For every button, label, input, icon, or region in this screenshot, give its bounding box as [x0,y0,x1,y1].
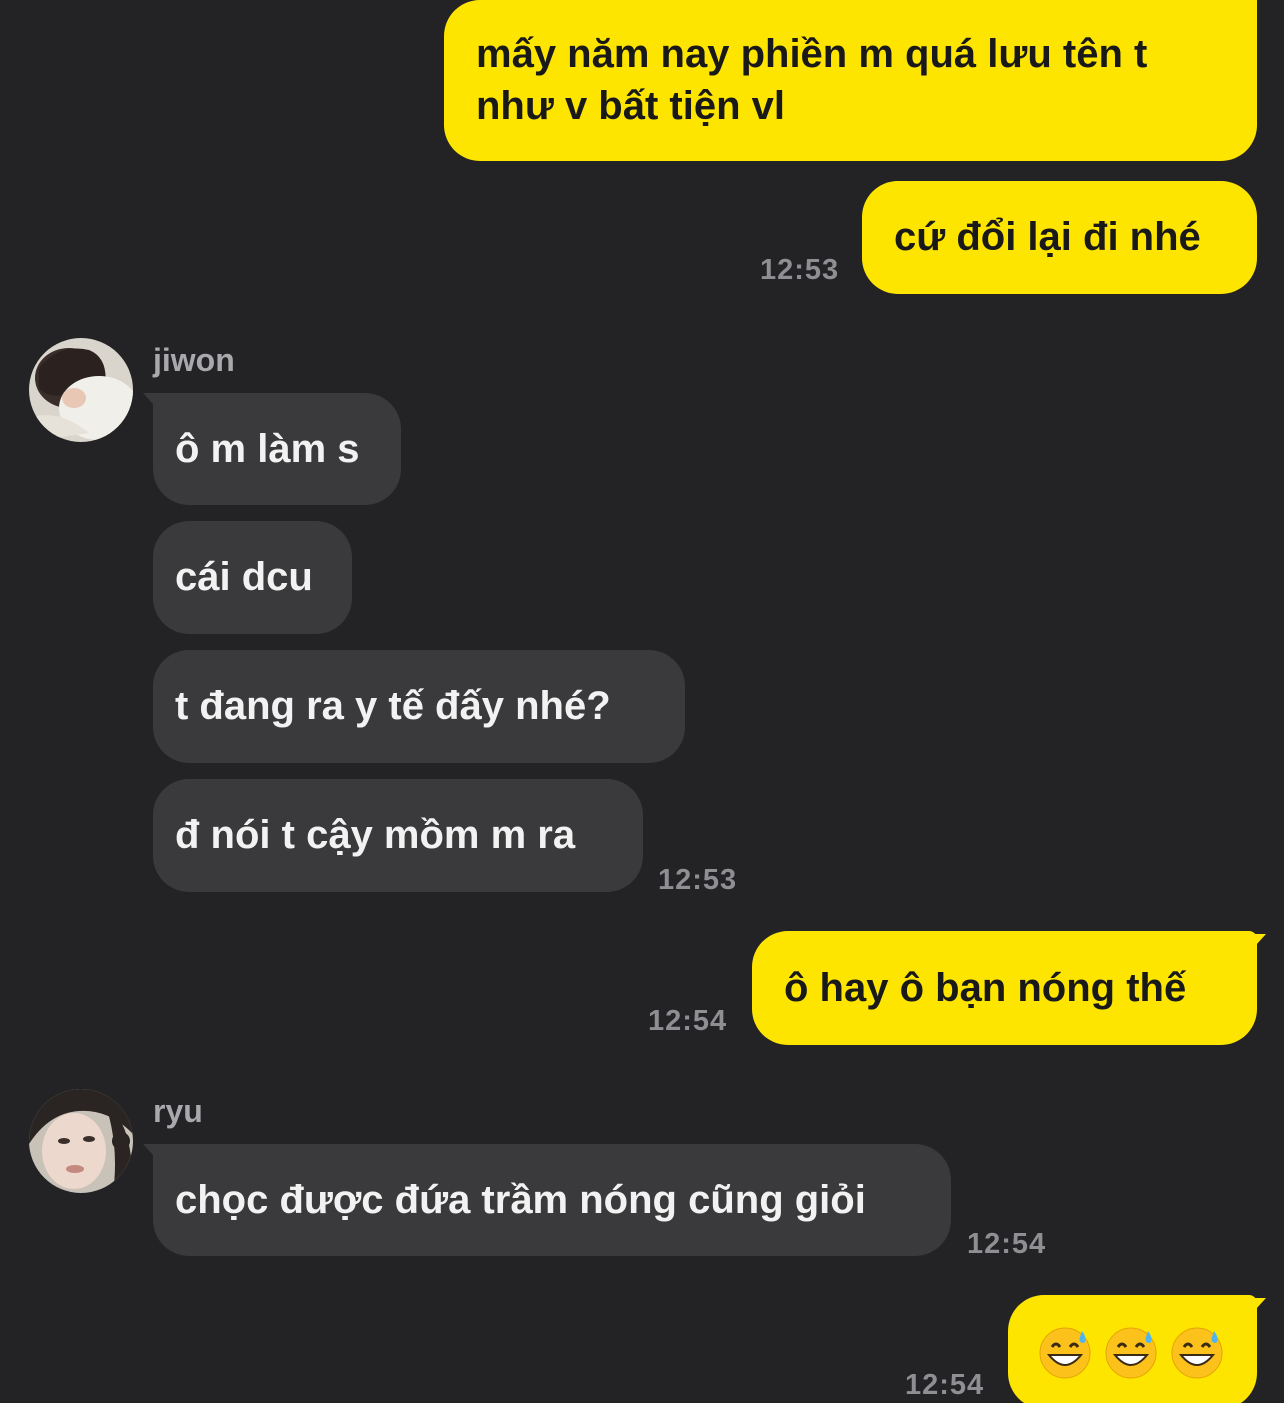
chat-thread: mấy năm nay phiền m quá lưu tên t như v … [0,0,1284,1403]
outgoing-message[interactable] [1008,1295,1257,1403]
message-timestamp: 12:54 [905,1369,985,1401]
message-text: ô hay ô bạn nóng thế [784,966,1187,1010]
outgoing-message[interactable]: ô hay ô bạn nóng thế [752,931,1257,1045]
message-text-line: mấy năm nay phiền m quá lưu tên t [476,32,1148,76]
message-text-line: như v bất tiện vl [476,84,786,128]
message-timestamp: 12:53 [658,864,738,896]
message-timestamp: 12:53 [760,254,840,286]
avatar-image [29,1089,133,1193]
incoming-message[interactable]: t đang ra y tế đấy nhé? [153,650,685,763]
message-text: chọc được đứa trầm nóng cũng giỏi [175,1178,866,1222]
avatar-jiwon[interactable] [29,338,133,442]
incoming-message[interactable]: đ nói t cậy mồm m ra [153,779,643,892]
message-text: t đang ra y tế đấy nhé? [175,684,611,728]
sender-name: jiwon [153,342,235,378]
incoming-message[interactable]: ô m làm s [153,393,401,505]
incoming-message[interactable]: chọc được đứa trầm nóng cũng giỏi [153,1144,951,1256]
outgoing-message[interactable]: cứ đổi lại đi nhé [862,181,1257,294]
emoji-row [1038,1325,1227,1379]
grinning-sweat-emoji [1171,1327,1223,1379]
avatar-ryu[interactable] [29,1089,133,1193]
outgoing-message[interactable]: mấy năm nay phiền m quá lưu tên t như v … [444,0,1257,161]
grinning-sweat-emoji [1039,1327,1091,1379]
message-text: cứ đổi lại đi nhé [894,215,1201,259]
message-text: ô m làm s [175,427,360,471]
avatar-image [29,338,133,442]
message-timestamp: 12:54 [648,1005,728,1037]
incoming-message[interactable]: cái dcu [153,521,352,634]
message-text: đ nói t cậy mồm m ra [175,813,576,857]
message-timestamp: 12:54 [967,1228,1047,1260]
message-text: cái dcu [175,555,313,599]
sender-name: ryu [153,1093,203,1129]
grinning-sweat-emoji [1105,1327,1157,1379]
